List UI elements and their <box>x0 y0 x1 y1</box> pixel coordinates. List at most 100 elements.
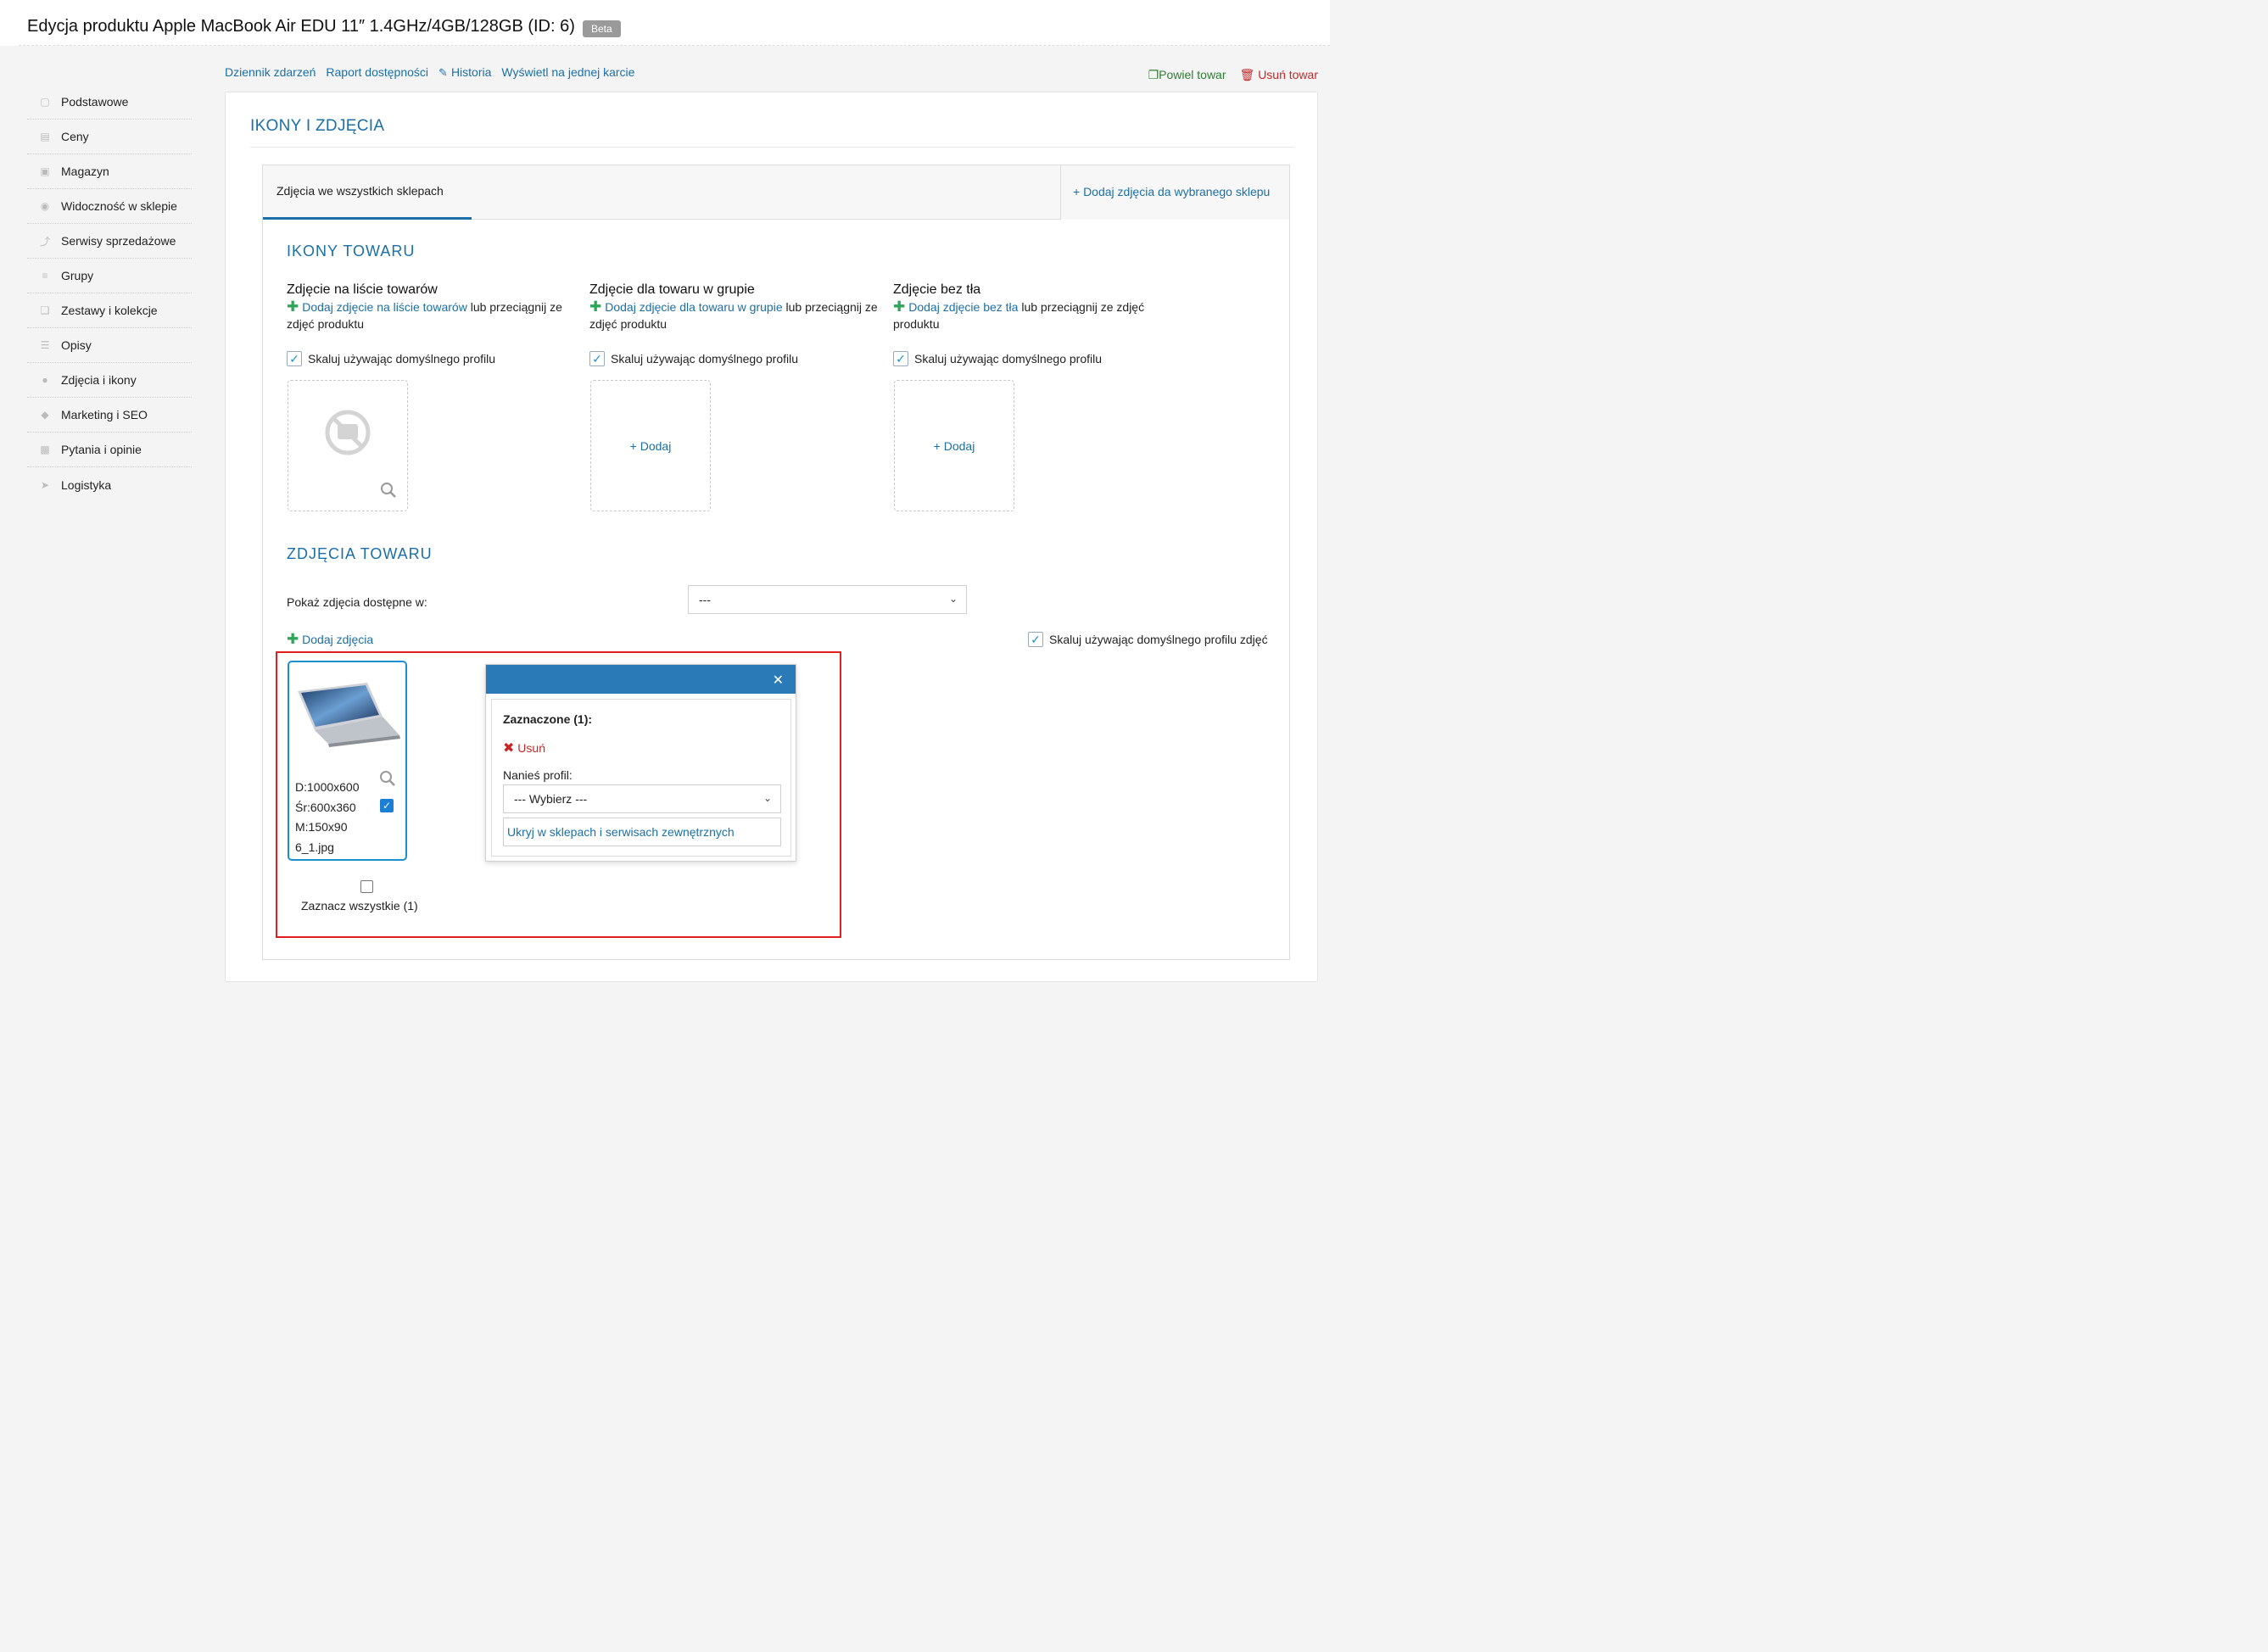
add-photo-target-link[interactable]: na liście towarów <box>377 300 467 314</box>
lines-icon: ☰ <box>40 339 50 351</box>
tag-icon: ◆ <box>41 409 49 421</box>
sidebar-item-zestawy[interactable]: ❏ Zestawy i kolekcje <box>27 293 192 328</box>
sidebar-item-zdjecia[interactable]: ● Zdjęcia i ikony <box>27 363 192 398</box>
collection-icon: ❏ <box>40 304 50 316</box>
sidebar-item-label: Zestawy i kolekcje <box>61 304 158 317</box>
gavel-icon: ⤴ <box>39 235 50 248</box>
sidebar-item-label: Widoczność w sklepie <box>61 199 177 213</box>
tab-bar: Zdjęcia we wszystkich sklepach + Dodaj z… <box>263 165 1289 220</box>
add-photo-link[interactable]: Dodaj zdjęcie <box>605 300 676 314</box>
profile-select-value: --- Wybierz --- <box>514 792 588 806</box>
add-photos-label: Dodaj zdjęcia <box>302 633 374 646</box>
duplicate-label: Powiel towar <box>1159 68 1226 81</box>
sidebar-item-ceny[interactable]: ▤ Ceny <box>27 120 192 154</box>
profile-select[interactable]: --- Wybierz --- ⌄ <box>503 784 781 813</box>
add-shop-photos-tab[interactable]: + Dodaj zdjęcia da wybranego sklepu <box>1060 165 1289 220</box>
sidebar-item-label: Serwisy sprzedażowe <box>61 234 176 248</box>
events-log-link[interactable]: Dziennik zdarzeń <box>225 65 316 80</box>
no-photo-icon <box>325 410 396 498</box>
icon-column-group: Zdjęcie dla towaru w grupie ✚ Dodaj zdjęc… <box>589 282 878 332</box>
header-divider <box>19 45 1330 46</box>
remove-label: Usuń <box>517 741 545 755</box>
close-icon[interactable]: ✕ <box>773 672 784 689</box>
icons-section-title: IKONY TOWARU <box>287 243 416 260</box>
plus-icon: ✚ <box>589 299 602 315</box>
column-heading: Zdjęcie dla towaru w grupie <box>589 282 755 297</box>
select-all-checkbox[interactable] <box>360 880 373 893</box>
photo-size-m: M:150x90 <box>295 820 348 834</box>
sidebar-item-opisy[interactable]: ☰ Opisy <box>27 328 192 363</box>
sidebar-item-grupy[interactable]: ≡ Grupy <box>27 259 192 293</box>
sidebar-item-pytania[interactable]: ▩ Pytania i opinie <box>27 433 192 467</box>
trash-icon: 🗑︎ <box>1239 68 1259 81</box>
scale-label: Skaluj używając domyślnego profilu <box>308 352 495 366</box>
send-icon: ➤ <box>40 478 50 491</box>
page-header: Edycja produktu Apple MacBook Air EDU 11… <box>0 0 1330 46</box>
profile-label: Nanieś profil: <box>503 768 573 782</box>
sidebar-item-label: Podstawowe <box>61 95 129 109</box>
selection-popup: ✕ Zaznaczone (1): ✖ Usuń Nanieś profil: … <box>485 664 796 862</box>
sidebar-item-logistyka[interactable]: ➤ Logistyka <box>27 467 192 502</box>
scale-photos-label: Skaluj używając domyślnego profilu zdjęć <box>1049 633 1268 646</box>
delete-label: Usuń towar <box>1258 68 1318 81</box>
add-photo-target-link[interactable]: dla towaru w grupie <box>679 300 782 314</box>
card-divider <box>250 147 1294 148</box>
hide-in-shops-button[interactable]: Ukryj w sklepach i serwisach zewnętrznyc… <box>503 818 781 846</box>
scale-checkbox[interactable] <box>893 351 908 366</box>
zoom-icon[interactable] <box>379 770 396 787</box>
photo-size-sr: Śr:600x360 <box>295 800 356 814</box>
add-photo-link[interactable]: Dodaj zdjęcie <box>302 300 373 314</box>
money-icon: ▤ <box>40 131 50 142</box>
sidebar-item-serwisy[interactable]: ⤴ Serwisy sprzedażowe <box>27 224 192 259</box>
delete-button[interactable]: 🗑︎ Usuń towar <box>1240 68 1318 82</box>
comments-icon: ▩ <box>40 444 50 455</box>
icon-dropzone-list[interactable] <box>288 380 408 511</box>
photo-select-checkbox[interactable]: ✓ <box>380 799 394 812</box>
history-link[interactable]: ✎ Historia <box>439 65 491 80</box>
sidebar-item-label: Ceny <box>61 130 89 143</box>
sidebar-item-label: Zdjęcia i ikony <box>61 373 137 387</box>
photo-size-d: D:1000x600 <box>295 780 360 794</box>
beta-badge: Beta <box>583 20 621 37</box>
availability-report-link[interactable]: Raport dostępności <box>326 65 428 80</box>
icon-dropzone-nobg[interactable]: + Dodaj <box>894 380 1014 511</box>
photo-thumbnail[interactable]: D:1000x600 Śr:600x360 M:150x90 6_1.jpg ✓ <box>288 661 407 861</box>
remove-selected-button[interactable]: ✖ Usuń <box>503 739 545 756</box>
sidebar-item-widocznosc[interactable]: ◉ Widoczność w sklepie <box>27 189 192 224</box>
duplicate-button[interactable]: ❐Powiel towar <box>1148 68 1226 82</box>
tab-all-shops[interactable]: Zdjęcia we wszystkich sklepach <box>263 165 472 220</box>
sidebar-item-marketing[interactable]: ◆ Marketing i SEO <box>27 398 192 433</box>
add-photo-link[interactable]: Dodaj zdjęcie <box>908 300 980 314</box>
sidebar-item-label: Opisy <box>61 338 92 352</box>
scale-checkbox[interactable] <box>589 351 605 366</box>
page-title: Edycja produktu Apple MacBook Air EDU 11… <box>27 17 575 36</box>
column-heading: Zdjęcie bez tła <box>893 282 981 297</box>
scale-label: Skaluj używając domyślnego profilu <box>914 352 1102 366</box>
scale-photos-checkbox[interactable] <box>1028 632 1043 647</box>
sidebar-item-podstawowe[interactable]: ▢ Podstawowe <box>27 85 192 120</box>
icon-dropzone-group[interactable]: + Dodaj <box>590 380 711 511</box>
one-card-link[interactable]: Wyświetl na jednej karcie <box>501 65 634 80</box>
camera-icon: ● <box>42 374 48 386</box>
scale-label: Skaluj używając domyślnego profilu <box>611 352 798 366</box>
plus-icon: ✚ <box>287 631 299 647</box>
select-all-label: Zaznacz wszystkie (1) <box>301 899 418 913</box>
sidebar-item-label: Marketing i SEO <box>61 408 148 421</box>
photo-meta: D:1000x600 Śr:600x360 M:150x90 6_1.jpg <box>295 778 360 857</box>
scale-checkbox[interactable] <box>287 351 302 366</box>
copy-icon: ❐ <box>1148 68 1159 81</box>
scale-row-group: Skaluj używając domyślnego profilu <box>589 351 798 366</box>
eye-icon: ◉ <box>40 200 50 212</box>
sidebar-item-label: Logistyka <box>61 477 112 492</box>
icon-column-nobg: Zdjęcie bez tła ✚ Dodaj zdjęcie bez tła l… <box>893 282 1163 332</box>
sidebar: ▢ Podstawowe ▤ Ceny ▣ Magazyn ◉ Widoczność w… <box>27 85 192 502</box>
popup-header: ✕ <box>486 665 796 694</box>
sidebar-item-magazyn[interactable]: ▣ Magazyn <box>27 154 192 189</box>
shop-filter-select[interactable]: --- ⌄ <box>688 585 967 614</box>
edit-icon: ✎ <box>439 66 448 79</box>
add-photo-target-link[interactable]: bez tła <box>983 300 1018 314</box>
popup-body: Zaznaczone (1): ✖ Usuń Nanieś profil: --… <box>491 699 791 857</box>
add-photos-button[interactable]: ✚ Dodaj zdjęcia <box>287 631 373 648</box>
show-in-label: Pokaż zdjęcia dostępne w: <box>287 595 427 609</box>
top-actions: ❐Powiel towar 🗑︎ Usuń towar <box>1148 68 1318 82</box>
